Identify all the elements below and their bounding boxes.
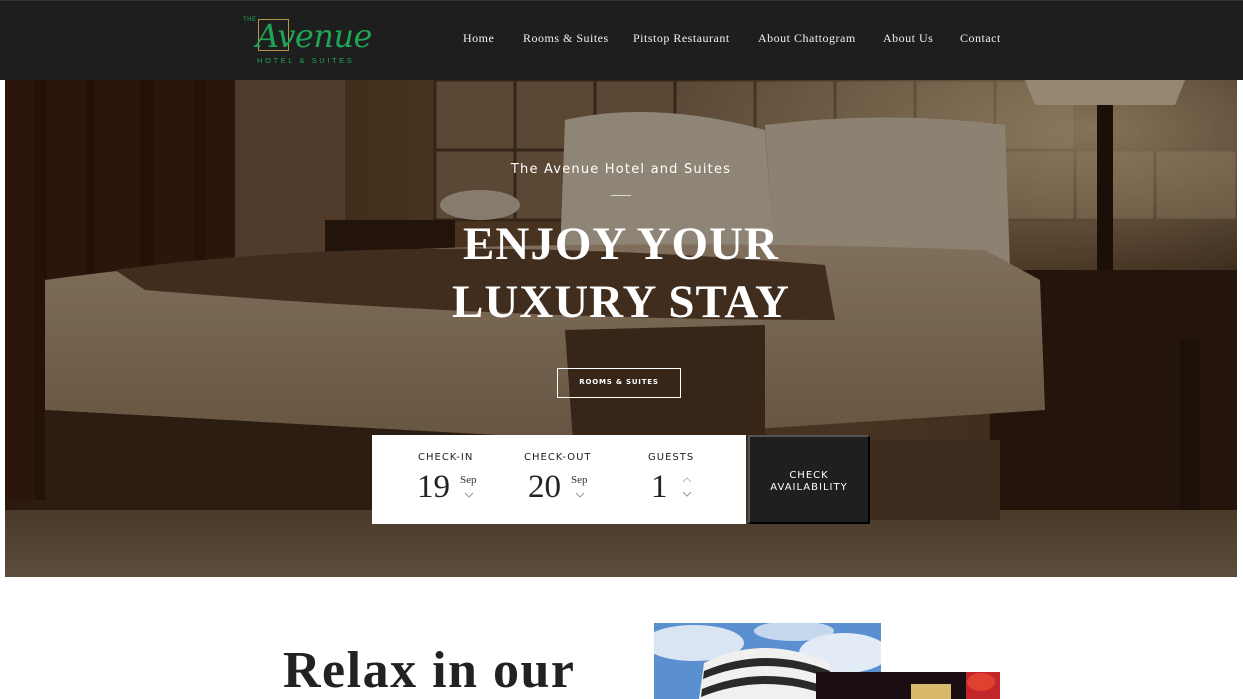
guests-label: GUESTS: [648, 452, 695, 463]
interior-photo: [816, 672, 1000, 699]
checkout-chevron-down-icon[interactable]: [575, 491, 585, 499]
brand-logo[interactable]: THE Avenue HOTEL & SUITES: [242, 15, 372, 67]
hero-divider: [611, 195, 631, 196]
checkin-month: Sep: [460, 474, 477, 486]
rooms-suites-button[interactable]: ROOMS & SUITES: [557, 368, 681, 398]
guests-count[interactable]: 1: [651, 468, 668, 506]
guests-field[interactable]: GUESTS 1: [622, 435, 746, 524]
guests-chevron-down-icon[interactable]: [682, 490, 692, 498]
checkin-field[interactable]: CHECK-IN 19 Sep: [372, 435, 492, 524]
checkout-label: CHECK-OUT: [524, 452, 592, 463]
logo-wordmark: Avenue: [256, 17, 372, 55]
nav-item-contact[interactable]: Contact: [960, 31, 1001, 46]
checkout-field[interactable]: CHECK-OUT 20 Sep: [492, 435, 622, 524]
intro-heading: Relax in our: [283, 642, 576, 699]
checkin-day[interactable]: 19: [417, 468, 450, 506]
hero-kicker: The Avenue Hotel and Suites: [510, 162, 732, 177]
site-header: THE Avenue HOTEL & SUITES Home Rooms & S…: [0, 0, 1243, 80]
check-availability-line-1: CHECK: [789, 470, 829, 481]
nav-item-home[interactable]: Home: [463, 31, 494, 46]
nav-item-about-us[interactable]: About Us: [883, 31, 933, 46]
checkout-month: Sep: [571, 474, 588, 486]
hero-title-line-2: LUXURY STAY: [452, 276, 790, 328]
nav-item-about-chattogram[interactable]: About Chattogram: [758, 31, 856, 46]
logo-tagline: HOTEL & SUITES: [257, 56, 355, 65]
check-availability-button[interactable]: CHECK AVAILABILITY: [748, 435, 870, 524]
booking-form: CHECK-IN 19 Sep CHECK-OUT 20 Sep GUESTS …: [372, 435, 746, 524]
checkin-label: CHECK-IN: [418, 452, 474, 463]
logo-prefix: THE: [243, 17, 257, 23]
checkin-chevron-down-icon[interactable]: [464, 491, 474, 499]
checkout-day[interactable]: 20: [528, 468, 561, 506]
nav-item-rooms-suites[interactable]: Rooms & Suites: [523, 31, 609, 46]
nav-item-restaurant[interactable]: Pitstop Restaurant: [633, 31, 730, 46]
check-availability-line-2: AVAILABILITY: [770, 482, 848, 493]
guests-chevron-up-icon[interactable]: [682, 476, 692, 484]
hero-title-line-1: ENJOY YOUR: [463, 218, 779, 270]
